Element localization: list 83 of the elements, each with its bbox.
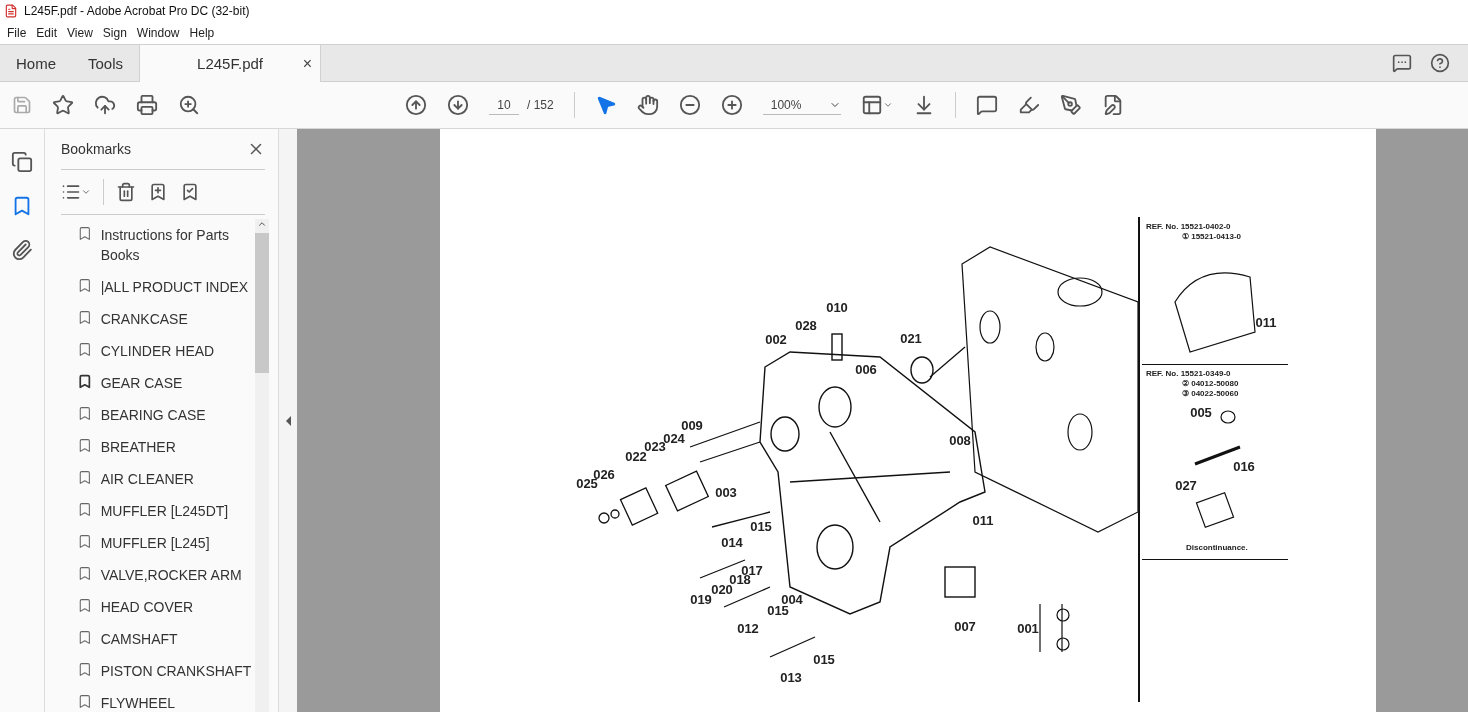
trash-icon[interactable] bbox=[116, 182, 136, 202]
part-number: 015 bbox=[813, 651, 835, 667]
menu-item[interactable]: Sign bbox=[97, 26, 132, 40]
part-number: 014 bbox=[721, 534, 743, 550]
panel-title: Bookmarks bbox=[61, 141, 132, 157]
comment-icon[interactable] bbox=[1392, 53, 1412, 73]
menu-item[interactable]: Help bbox=[184, 26, 220, 40]
part-number: 007 bbox=[954, 618, 976, 634]
part-number: 015 bbox=[750, 518, 772, 534]
options-icon[interactable] bbox=[61, 182, 91, 202]
part-number: 011 bbox=[1255, 314, 1277, 330]
menu-item[interactable]: File bbox=[2, 26, 32, 40]
part-number: 005 bbox=[1190, 404, 1212, 420]
zoom-in-icon[interactable] bbox=[720, 94, 743, 116]
scroll-up-icon[interactable] bbox=[257, 219, 267, 229]
cloud-upload-icon[interactable] bbox=[94, 94, 116, 116]
bookmark-item[interactable]: VALVE,ROCKER ARM bbox=[77, 559, 255, 591]
part-number: 028 bbox=[795, 317, 817, 333]
scrollbar[interactable] bbox=[255, 219, 269, 712]
zoom-icon[interactable] bbox=[178, 94, 200, 116]
bookmark-item[interactable]: MUFFLER [L245] bbox=[77, 527, 255, 559]
part-number: 002 bbox=[765, 331, 787, 347]
pages-icon[interactable] bbox=[11, 151, 33, 173]
part-number: 013 bbox=[780, 669, 802, 685]
reference-text: REF. No. 15521-0402-0 bbox=[1146, 222, 1231, 231]
part-number: 027 bbox=[1175, 477, 1197, 493]
part-number: 006 bbox=[855, 361, 877, 377]
previous-page-icon[interactable] bbox=[405, 94, 427, 116]
pdf-file-icon bbox=[4, 4, 18, 18]
part-number: 012 bbox=[737, 620, 759, 636]
tab[interactable]: Tools bbox=[72, 45, 140, 81]
bookmark-item[interactable]: CRANKCASE bbox=[77, 303, 255, 335]
bookmark-item[interactable]: Instructions for Parts Books bbox=[77, 219, 255, 271]
bookmark-item[interactable]: FLYWHEEL bbox=[77, 687, 255, 712]
part-number: 008 bbox=[949, 432, 971, 448]
bookmark-check-icon[interactable] bbox=[180, 182, 200, 202]
next-page-icon[interactable] bbox=[447, 94, 469, 116]
part-number: 003 bbox=[715, 484, 737, 500]
star-icon[interactable] bbox=[52, 94, 74, 116]
paperclip-icon[interactable] bbox=[11, 239, 33, 261]
hand-icon[interactable] bbox=[636, 94, 659, 116]
bookmark-item[interactable]: AIR CLEANER bbox=[77, 463, 255, 495]
part-number: 004 bbox=[781, 591, 803, 607]
window-title: L245F.pdf - Adobe Acrobat Pro DC (32-bit) bbox=[24, 4, 250, 18]
highlighter-icon[interactable] bbox=[1017, 94, 1040, 116]
help-icon[interactable] bbox=[1430, 53, 1450, 73]
menu-item[interactable]: Window bbox=[131, 26, 185, 40]
reference-text: REF. No. 15521-0349-0 bbox=[1146, 369, 1231, 378]
reference-text: ② 04012-50080 bbox=[1182, 379, 1239, 388]
zoom-out-icon[interactable] bbox=[678, 94, 701, 116]
reference-text: ③ 04022-50060 bbox=[1182, 389, 1239, 398]
bookmark-item[interactable]: GEAR CASE bbox=[77, 367, 255, 399]
zoom-field[interactable]: 100% bbox=[762, 95, 841, 115]
reference-text: ① 15521-0413-0 bbox=[1182, 232, 1242, 241]
menu-item[interactable]: Edit bbox=[31, 26, 63, 40]
printer-icon[interactable] bbox=[136, 94, 158, 116]
bookmark-item[interactable]: MUFFLER [L245DT] bbox=[77, 495, 255, 527]
collapse-arrow-icon[interactable] bbox=[285, 415, 291, 426]
pen-icon[interactable] bbox=[1059, 94, 1082, 116]
part-number: 016 bbox=[1233, 458, 1255, 474]
note-text: Discontinuance. bbox=[1186, 543, 1248, 552]
bookmark-item[interactable]: BEARING CASE bbox=[77, 399, 255, 431]
tab[interactable]: L245F.pdf × bbox=[139, 45, 322, 82]
page-layout-icon[interactable] bbox=[860, 94, 893, 116]
bookmark-item[interactable]: HEAD COVER bbox=[77, 591, 255, 623]
part-number: 019 bbox=[690, 591, 712, 607]
add-bookmark-icon[interactable] bbox=[148, 182, 168, 202]
part-number: 011 bbox=[972, 512, 994, 528]
bookmark-item[interactable]: PISTON CRANKSHAFT bbox=[77, 655, 255, 687]
tab[interactable]: Home bbox=[0, 45, 72, 81]
comment-icon[interactable] bbox=[975, 94, 998, 116]
menu-item[interactable]: View bbox=[62, 26, 98, 40]
part-number: 001 bbox=[1017, 620, 1039, 636]
part-number: 021 bbox=[900, 330, 922, 346]
part-number: 010 bbox=[826, 299, 848, 315]
part-number: 009 bbox=[681, 417, 703, 433]
bookmark-item[interactable]: |ALL PRODUCT INDEX bbox=[77, 271, 255, 303]
bookmark-item[interactable]: BREATHER bbox=[77, 431, 255, 463]
page-number-field[interactable]: 10 bbox=[489, 95, 519, 115]
page-total: / 152 bbox=[527, 98, 554, 112]
bookmark-item[interactable]: CYLINDER HEAD bbox=[77, 335, 255, 367]
bookmark-item[interactable]: CAMSHAFT bbox=[77, 623, 255, 655]
close-tab-button[interactable]: × bbox=[302, 54, 313, 73]
